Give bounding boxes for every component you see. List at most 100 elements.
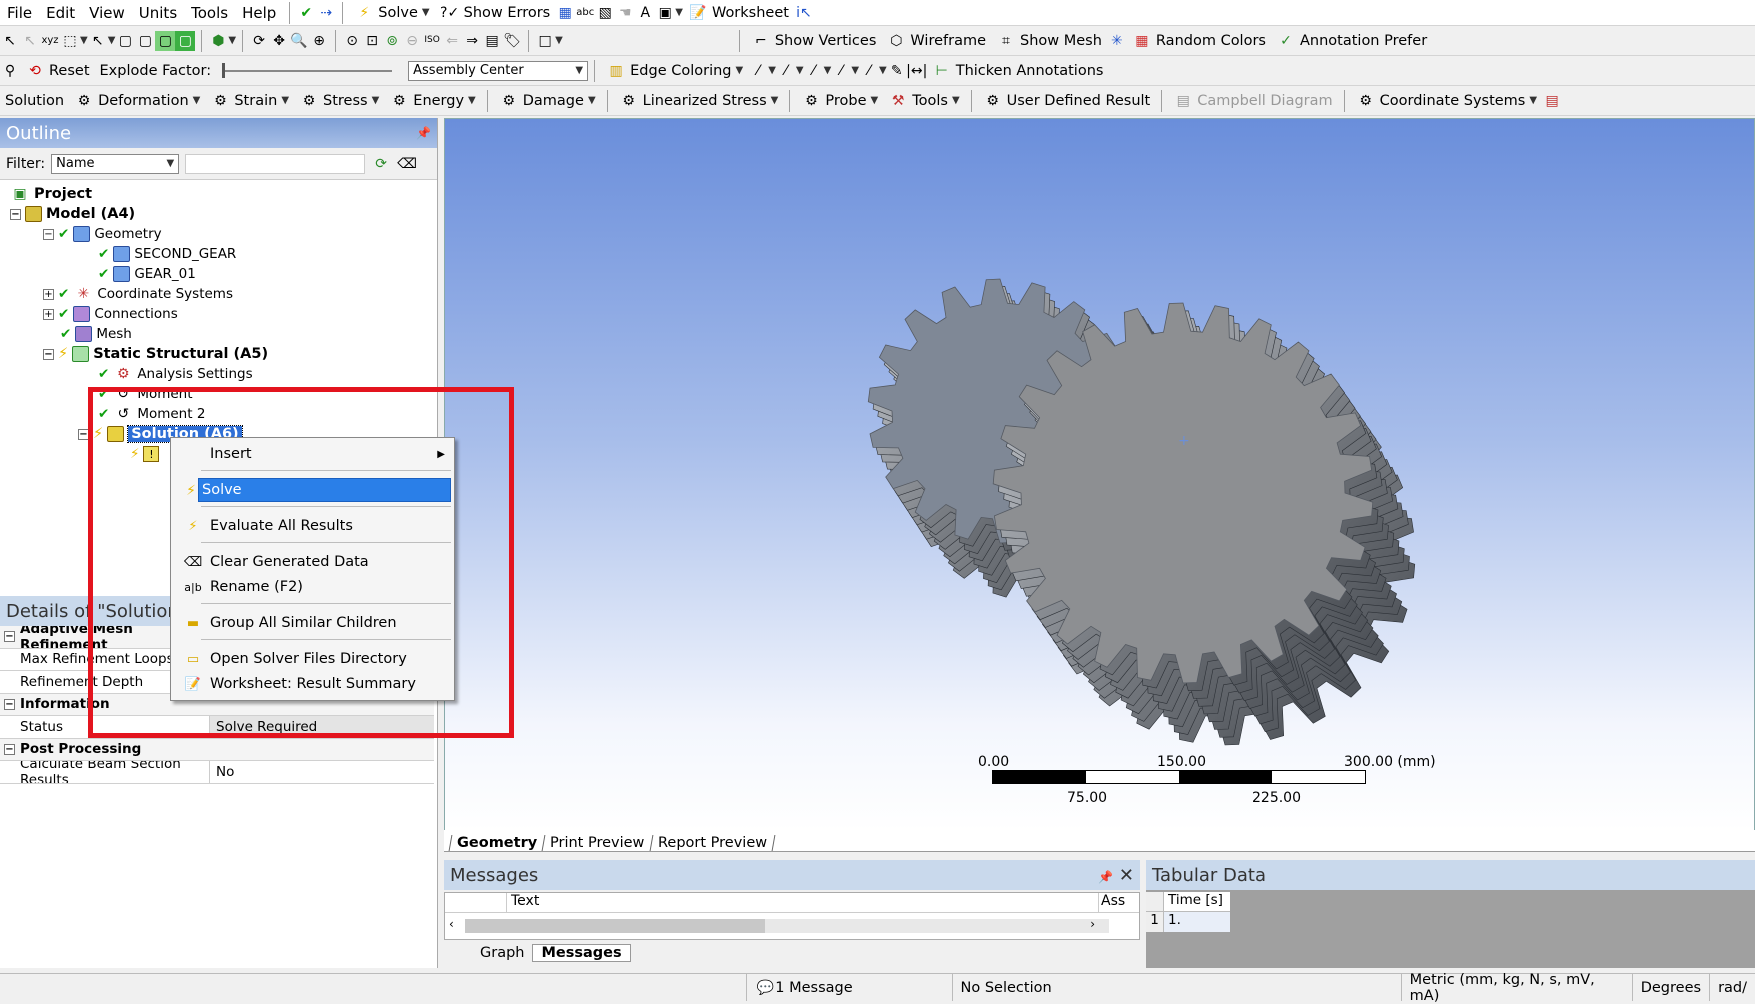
explode-factor-slider[interactable] [222, 62, 393, 78]
zoom-fit-icon[interactable]: ⊙ [342, 31, 362, 51]
filter-input[interactable] [185, 153, 366, 174]
edge-style-x-icon[interactable]: ⁄ [859, 61, 879, 81]
chevron-down-icon[interactable]: ▼ [422, 7, 430, 18]
reset-button[interactable]: ⟲ Reset [20, 58, 95, 84]
collapse-icon[interactable]: − [43, 348, 54, 360]
random-colors-button[interactable]: ▦ Random Colors [1127, 28, 1271, 54]
menu-edit[interactable]: Edit [39, 4, 82, 22]
show-mesh-button[interactable]: ⌗ Show Mesh [991, 28, 1107, 54]
menu-file[interactable]: File [0, 4, 39, 22]
tree-project[interactable]: ▣ Project [10, 184, 92, 204]
deformation-button[interactable]: ⚙ Deformation ▼ [69, 88, 205, 114]
probe-button[interactable]: ⚙ Probe ▼ [796, 88, 883, 114]
edge-coloring-button[interactable]: ▥ Edge Coloring ▼ [601, 58, 748, 84]
chevron-down-icon[interactable]: ▼ [80, 35, 88, 46]
tab-graph[interactable]: Graph [474, 945, 530, 961]
tab-report-preview[interactable]: Report Preview [649, 835, 776, 851]
edge-style-2-icon[interactable]: ⁄ [804, 61, 824, 81]
tabular-row[interactable]: 1 1. [1146, 912, 1230, 932]
filter-select[interactable]: Name ▼ [51, 153, 180, 174]
report-icon[interactable]: ▤ [1542, 91, 1562, 111]
status-degrees[interactable]: Degrees [1631, 974, 1709, 1001]
gear-model[interactable]: + [445, 119, 1755, 833]
thicken-annotations-button[interactable]: ⊢ Thicken Annotations [927, 58, 1109, 84]
chevron-down-icon[interactable]: ▼ [851, 65, 859, 76]
pin-icon[interactable]: 📌 [1098, 870, 1113, 884]
abc-icon[interactable]: abc [575, 3, 595, 23]
select-disabled-icon[interactable]: ↖ [20, 31, 40, 51]
check-icon[interactable]: ✔ [296, 3, 316, 23]
show-errors-button[interactable]: ?✓ Show Errors [435, 0, 556, 25]
refresh-icon[interactable]: ⟳ [371, 154, 391, 174]
collapse-icon[interactable]: − [4, 631, 15, 643]
rotate-icon[interactable]: ⟳ [249, 31, 269, 51]
tree-gear-01[interactable]: ✔ GEAR_01 [98, 264, 196, 284]
explode-icon[interactable]: ⚲ [0, 61, 20, 81]
chevron-down-icon[interactable]: ▼ [555, 35, 563, 46]
pan-icon[interactable]: ✥ [269, 31, 289, 51]
xyz-icon[interactable]: xyz [40, 31, 60, 51]
label-icon[interactable]: 🏷 [502, 31, 522, 51]
zoom-icon[interactable]: 🔍 [289, 31, 309, 51]
vertex-select-icon[interactable]: ▢ [115, 31, 135, 51]
collapse-icon[interactable]: − [4, 743, 15, 755]
user-defined-result-button[interactable]: ⚙ User Defined Result [978, 88, 1156, 114]
tab-messages[interactable]: Messages [532, 944, 631, 962]
solve-button[interactable]: ⚡ Solve ▼ [349, 0, 434, 25]
column-text[interactable]: Text [507, 893, 1099, 912]
edge-style-0-icon[interactable]: ⁄ [748, 61, 768, 81]
tree-geometry[interactable]: − ✔ Geometry [43, 224, 162, 244]
view-icon[interactable]: ▣ [655, 3, 675, 23]
show-vertices-button[interactable]: ⌐ Show Vertices [746, 28, 882, 54]
column-ass[interactable]: Ass [1099, 893, 1139, 912]
stress-button[interactable]: ⚙ Stress ▼ [294, 88, 384, 114]
chevron-down-icon[interactable]: ▼ [768, 65, 776, 76]
collapse-icon[interactable]: − [4, 698, 15, 710]
status-units[interactable]: Metric (mm, kg, N, s, mV, mA) [1400, 972, 1632, 1004]
status-messages[interactable]: 💬 1 Message [746, 974, 951, 1001]
pin-icon[interactable]: ✎ [887, 61, 907, 81]
group-post-processing[interactable]: − Post Processing [0, 738, 434, 761]
zoom-out-icon[interactable]: ⊖ [402, 31, 422, 51]
graphics-viewport[interactable]: + [444, 118, 1755, 832]
energy-button[interactable]: ⚙ Energy ▼ [384, 88, 480, 114]
select-icon[interactable]: ↖ [0, 31, 20, 51]
gear-01-body[interactable] [992, 302, 1416, 746]
tree-static-structural[interactable]: − ⚡ Static Structural (A5) [43, 344, 268, 364]
extend-icon[interactable]: ⬢ [208, 31, 228, 51]
edge-style-3-icon[interactable]: ⁄ [831, 61, 851, 81]
scrollbar-thumb[interactable] [465, 919, 765, 933]
zoom-all-icon[interactable]: ⊚ [382, 31, 402, 51]
star-icon[interactable]: ✳ [1107, 31, 1127, 51]
chart-icon[interactable]: ▦ [555, 3, 575, 23]
chevron-down-icon[interactable]: ▼ [879, 65, 887, 76]
damage-button[interactable]: ⚙ Damage ▼ [494, 88, 601, 114]
clear-icon[interactable]: ⌫ [397, 154, 417, 174]
menu-tools[interactable]: Tools [184, 4, 235, 22]
edge-style-1-icon[interactable]: ⁄ [776, 61, 796, 81]
ruler-icon[interactable]: ▤ [482, 31, 502, 51]
zoom-box-icon[interactable]: ⊡ [362, 31, 382, 51]
chevron-down-icon[interactable]: ▼ [228, 35, 236, 46]
status-rad[interactable]: rad/ [1709, 974, 1755, 1001]
calc-beam-value[interactable]: No [210, 764, 234, 780]
tree-mesh[interactable]: ✔ Mesh [60, 324, 132, 344]
zoom-in-icon[interactable]: ⊕ [309, 31, 329, 51]
expand-icon[interactable]: + [43, 288, 54, 300]
horizontal-scrollbar[interactable] [465, 919, 1109, 933]
menu-help[interactable]: Help [235, 4, 283, 22]
collapse-icon[interactable]: − [43, 228, 54, 240]
menu-units[interactable]: Units [132, 4, 184, 22]
row-calc-beam[interactable]: Calculate Beam Section Results No [0, 761, 434, 784]
wireframe-button[interactable]: ⬡ Wireframe [881, 28, 991, 54]
pointer-icon[interactable]: ↖ [88, 31, 108, 51]
expand-icon[interactable]: + [43, 308, 54, 320]
tree-second-gear[interactable]: ✔ SECOND_GEAR [98, 244, 236, 264]
tree-connections[interactable]: + ✔ Connections [43, 304, 178, 324]
tools-button[interactable]: ⚒ Tools ▼ [883, 88, 964, 114]
tree-coordinate-systems[interactable]: + ✔ ✳ Coordinate Systems [43, 284, 233, 304]
face-select-icon[interactable]: ▢ [155, 30, 176, 51]
scroll-right-icon[interactable]: › [1090, 917, 1095, 931]
tree-model[interactable]: − Model (A4) [10, 204, 135, 224]
edge-select-icon[interactable]: ▢ [135, 31, 155, 51]
